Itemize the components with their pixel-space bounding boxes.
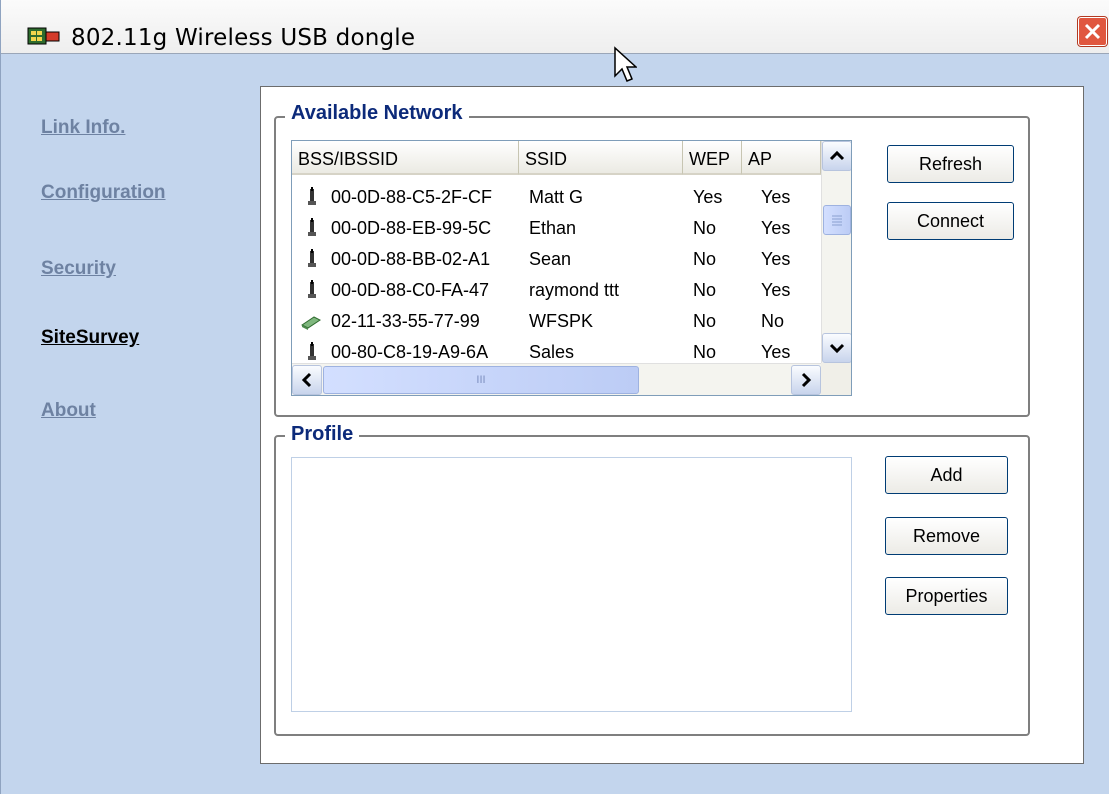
network-list[interactable]: BSS/IBSSID SSID WEP AP 00-0D-88-C5-2F-CF… — [291, 140, 852, 396]
profile-list[interactable] — [291, 457, 852, 712]
nav-link-info[interactable]: Link Info. — [41, 117, 125, 139]
column-ap[interactable]: AP — [742, 141, 821, 175]
scroll-right-button[interactable] — [791, 365, 821, 395]
access-point-icon — [308, 342, 316, 360]
column-ssid[interactable]: SSID — [519, 141, 683, 175]
nav-configuration[interactable]: Configuration — [41, 182, 166, 204]
row-ap: Yes — [761, 280, 791, 300]
row-ap: Yes — [761, 249, 791, 269]
row-bssid: 00-0D-88-C5-2F-CF — [331, 187, 493, 207]
app-icon — [27, 27, 60, 45]
access-point-icon — [308, 187, 316, 205]
vertical-scroll-thumb[interactable] — [823, 205, 851, 235]
adhoc-card-icon — [301, 316, 321, 330]
row-ap: Yes — [761, 218, 791, 238]
chevron-right-icon — [801, 372, 812, 388]
row-ap: Yes — [761, 187, 791, 207]
network-row[interactable]: 00-0D-88-C5-2F-CF Matt G Yes Yes — [292, 181, 822, 212]
row-ssid: WFSPK — [529, 311, 594, 331]
row-bssid: 00-0D-88-EB-99-5C — [331, 218, 492, 238]
row-bssid: 02-11-33-55-77-99 — [331, 311, 480, 331]
available-network-legend: Available Network — [285, 102, 469, 125]
remove-button[interactable]: Remove — [885, 517, 1008, 555]
row-ssid: Ethan — [529, 218, 577, 238]
row-bssid: 00-0D-88-C0-FA-47 — [331, 280, 490, 300]
horizontal-scrollbar[interactable]: III — [292, 363, 821, 395]
chevron-down-icon — [829, 343, 845, 354]
row-wep: No — [693, 218, 717, 238]
chevron-up-icon — [829, 150, 845, 161]
network-list-header: BSS/IBSSID SSID WEP AP — [292, 141, 822, 177]
horizontal-scroll-thumb[interactable]: III — [323, 366, 639, 394]
column-wep[interactable]: WEP — [683, 141, 742, 175]
grip-icon — [832, 215, 842, 226]
network-row[interactable]: 00-0D-88-EB-99-5C Ethan No Yes — [292, 212, 822, 243]
vertical-scrollbar[interactable] — [821, 141, 851, 363]
row-wep: No — [693, 311, 717, 331]
title-bar[interactable]: 802.11g Wireless USB dongle — [1, 0, 1109, 54]
profile-legend: Profile — [285, 423, 360, 446]
row-ssid: Sales — [529, 342, 575, 362]
row-ap: Yes — [761, 342, 791, 362]
row-wep: No — [693, 342, 717, 362]
network-row[interactable]: 02-11-33-55-77-99 WFSPK No No — [292, 305, 822, 336]
nav-sitesurvey[interactable]: SiteSurvey — [41, 327, 139, 349]
mouse-cursor-icon — [614, 46, 637, 82]
row-ssid: Sean — [529, 249, 572, 269]
row-wep: Yes — [693, 187, 723, 207]
add-button[interactable]: Add — [885, 456, 1008, 494]
access-point-icon — [308, 218, 316, 236]
row-wep: No — [693, 249, 717, 269]
row-bssid: 00-0D-88-BB-02-A1 — [331, 249, 491, 269]
nav-about[interactable]: About — [41, 400, 96, 422]
nav-security[interactable]: Security — [41, 258, 116, 280]
properties-button[interactable]: Properties — [885, 577, 1008, 615]
row-wep: No — [693, 280, 717, 300]
size-grip — [821, 363, 851, 395]
app-window: 802.11g Wireless USB dongle Link Info. C… — [0, 0, 1109, 794]
refresh-button[interactable]: Refresh — [887, 145, 1014, 183]
close-icon — [1084, 23, 1101, 40]
row-ssid: raymond ttt — [529, 280, 620, 300]
chevron-left-icon — [301, 372, 312, 388]
column-bssid[interactable]: BSS/IBSSID — [292, 141, 519, 175]
window-title: 802.11g Wireless USB dongle — [71, 25, 416, 51]
connect-button[interactable]: Connect — [887, 202, 1014, 240]
access-point-icon — [308, 280, 316, 298]
row-ap: No — [761, 311, 785, 331]
network-row[interactable]: 00-0D-88-BB-02-A1 Sean No Yes — [292, 243, 822, 274]
scroll-down-button[interactable] — [822, 333, 851, 363]
close-button[interactable] — [1078, 17, 1107, 46]
scroll-up-button[interactable] — [822, 141, 851, 171]
access-point-icon — [308, 249, 316, 267]
scroll-left-button[interactable] — [292, 365, 322, 395]
network-row[interactable]: 00-0D-88-C0-FA-47 raymond ttt No Yes — [292, 274, 822, 305]
row-bssid: 00-80-C8-19-A9-6A — [331, 342, 489, 362]
row-ssid: Matt G — [529, 187, 584, 207]
